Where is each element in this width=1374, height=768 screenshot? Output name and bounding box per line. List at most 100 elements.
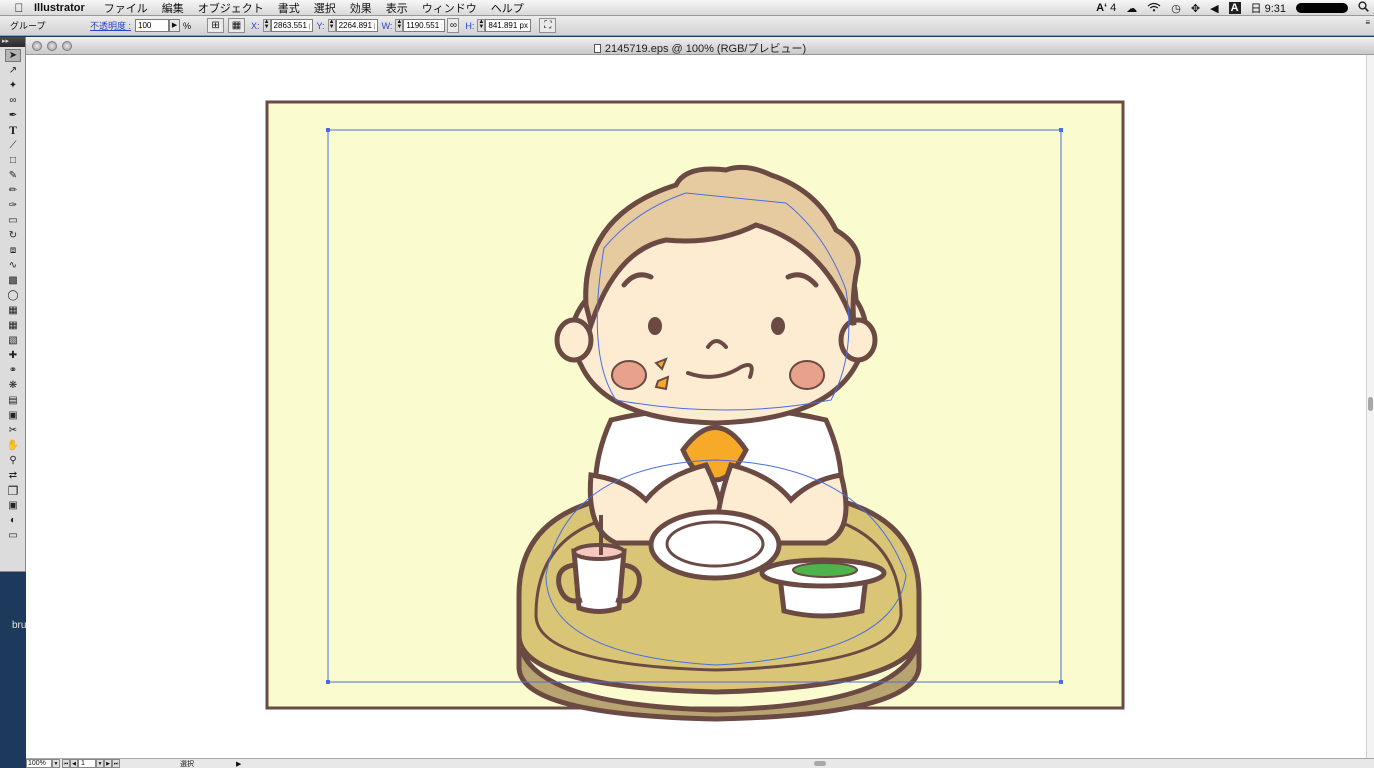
- lasso-tool-icon[interactable]: ∞: [5, 94, 21, 107]
- first-artboard-icon[interactable]: ⏮: [62, 759, 70, 768]
- scale-tool-icon[interactable]: ⧈: [5, 244, 21, 257]
- opacity-label[interactable]: 不透明度 :: [90, 19, 131, 32]
- artboard-number-field[interactable]: 1: [78, 759, 96, 768]
- opacity-dropdown-button[interactable]: ▶: [169, 19, 181, 32]
- menu-window[interactable]: ウィンドウ: [422, 0, 477, 16]
- left-cheek[interactable]: [611, 360, 647, 390]
- wifi-icon[interactable]: [1147, 2, 1161, 15]
- left-ear[interactable]: [554, 317, 594, 363]
- color-mode-tool-icon[interactable]: ▣: [5, 499, 21, 512]
- menu-select[interactable]: 選択: [314, 0, 336, 16]
- control-panel-menu-icon[interactable]: ≡: [1365, 18, 1370, 27]
- bluetooth-icon[interactable]: ✥: [1191, 2, 1200, 15]
- h-field[interactable]: [485, 19, 532, 32]
- rotate-tool-icon[interactable]: ↻: [5, 229, 21, 242]
- zoom-dropdown-icon[interactable]: ▼: [52, 759, 60, 768]
- adobe-icon: A‘: [1096, 2, 1108, 14]
- vertical-scroll-thumb[interactable]: [1368, 397, 1373, 411]
- blob-brush-tool-icon[interactable]: ✑: [5, 199, 21, 212]
- warp-tool-icon[interactable]: ∿: [5, 259, 21, 272]
- x-field[interactable]: [270, 19, 313, 32]
- x-stepper-icon[interactable]: ▲ ▼: [262, 19, 271, 32]
- eraser-tool-icon[interactable]: ▭: [5, 214, 21, 227]
- left-eye[interactable]: [648, 317, 662, 335]
- reference-point-icon[interactable]: ⊞: [207, 18, 225, 33]
- selection-handle[interactable]: [326, 128, 330, 132]
- rectangle-tool-icon[interactable]: □: [5, 154, 21, 167]
- apple-menu-icon[interactable]: : [12, 1, 26, 15]
- current-tool-status[interactable]: 選択: [180, 759, 236, 768]
- input-method-icon[interactable]: A: [1228, 2, 1241, 14]
- type-tool-icon[interactable]: T: [5, 123, 21, 137]
- time-machine-icon[interactable]: ◷: [1171, 2, 1181, 15]
- vertical-scrollbar[interactable]: [1366, 55, 1374, 758]
- menu-view[interactable]: 表示: [386, 0, 408, 16]
- next-artboard-icon[interactable]: ▶: [104, 759, 112, 768]
- app-menu[interactable]: Illustrator: [34, 2, 85, 14]
- right-cheek[interactable]: [789, 360, 825, 390]
- w-stepper-icon[interactable]: ▲ ▼: [395, 19, 404, 32]
- perspective-tool-icon[interactable]: ▦: [5, 304, 21, 317]
- zoom-level-field[interactable]: 100%: [26, 759, 52, 768]
- shape-builder-tool-icon[interactable]: ◯: [5, 289, 21, 302]
- creative-cloud-icon[interactable]: ☁: [1126, 2, 1137, 15]
- h-stepper-icon[interactable]: ▲ ▼: [477, 19, 486, 32]
- pen-tool-icon[interactable]: ✒: [5, 109, 21, 122]
- artboard-tool-icon[interactable]: ▣: [5, 409, 21, 422]
- last-artboard-icon[interactable]: ⏭: [112, 759, 120, 768]
- opacity-field[interactable]: [135, 19, 170, 32]
- menu-type[interactable]: 書式: [278, 0, 300, 16]
- horizontal-scroll-thumb[interactable]: [814, 761, 826, 766]
- magic-wand-tool-icon[interactable]: ✦: [5, 79, 21, 92]
- menu-edit[interactable]: 編集: [162, 0, 184, 16]
- gradient-tool-icon[interactable]: ▧: [5, 334, 21, 347]
- selection-tool-icon[interactable]: ➤: [5, 49, 21, 62]
- illustration-boy-eating-breakfast[interactable]: [265, 100, 1125, 722]
- right-eye[interactable]: [771, 317, 785, 335]
- artwork-svg[interactable]: [26, 55, 1366, 758]
- graph-tool-icon[interactable]: ▤: [5, 394, 21, 407]
- eyedropper-tool-icon[interactable]: ✚: [5, 349, 21, 362]
- y-stepper-icon[interactable]: ▲ ▼: [327, 19, 336, 32]
- menu-help[interactable]: ヘルプ: [491, 0, 524, 16]
- menu-clock[interactable]: 日 9:31: [1251, 0, 1286, 16]
- right-ear[interactable]: [838, 317, 878, 363]
- screen-mode-tool-icon[interactable]: ▭: [5, 529, 21, 542]
- fill-stroke-tool-icon[interactable]: ❐: [5, 484, 21, 498]
- artboard-dropdown-icon[interactable]: ▼: [96, 759, 104, 768]
- line-tool-icon[interactable]: ⟋: [5, 139, 21, 152]
- selection-handle[interactable]: [1059, 128, 1063, 132]
- menu-effect[interactable]: 効果: [350, 0, 372, 16]
- hand-tool-icon[interactable]: ✋: [5, 439, 21, 452]
- document-title-bar[interactable]: 2145719.eps @ 100% (RGB/プレビュー): [26, 37, 1374, 55]
- zoom-tool-icon[interactable]: ⚲: [5, 454, 21, 467]
- paintbrush-tool-icon[interactable]: ✎: [5, 169, 21, 182]
- soup[interactable]: [792, 562, 858, 578]
- menu-object[interactable]: オブジェクト: [198, 0, 264, 16]
- free-transform-tool-icon[interactable]: ▩: [5, 274, 21, 287]
- transform-grid-icon[interactable]: ▦: [228, 18, 246, 33]
- tools-panel-grip[interactable]: ▸▸: [0, 37, 25, 47]
- y-field[interactable]: [335, 19, 378, 32]
- spotlight-icon[interactable]: [1358, 1, 1369, 15]
- artboard-canvas[interactable]: [26, 55, 1366, 758]
- status-menu-arrow-icon[interactable]: ▶: [236, 760, 241, 768]
- isolate-group-icon[interactable]: ⛶: [539, 18, 557, 33]
- w-field[interactable]: [403, 19, 446, 32]
- mesh-tool-icon[interactable]: ▦: [5, 319, 21, 332]
- selection-handle[interactable]: [1059, 680, 1063, 684]
- blend-tool-icon[interactable]: ⚭: [5, 364, 21, 377]
- constrain-proportions-icon[interactable]: ∞: [447, 18, 460, 33]
- menu-file[interactable]: ファイル: [104, 0, 148, 16]
- swap-colors-tool-icon[interactable]: ⇄: [5, 469, 21, 482]
- previous-artboard-icon[interactable]: ◀: [70, 759, 78, 768]
- adobe-updates-status[interactable]: A‘ 4: [1096, 2, 1116, 14]
- volume-icon[interactable]: ◀: [1210, 2, 1218, 15]
- w-label: W:: [381, 20, 393, 31]
- selection-handle[interactable]: [326, 680, 330, 684]
- direct-selection-tool-icon[interactable]: ↗: [5, 64, 21, 77]
- draw-mode-tool-icon[interactable]: ◐: [5, 514, 21, 527]
- slice-tool-icon[interactable]: ✂: [5, 424, 21, 437]
- symbol-sprayer-tool-icon[interactable]: ❋: [5, 379, 21, 392]
- pencil-tool-icon[interactable]: ✏: [5, 184, 21, 197]
